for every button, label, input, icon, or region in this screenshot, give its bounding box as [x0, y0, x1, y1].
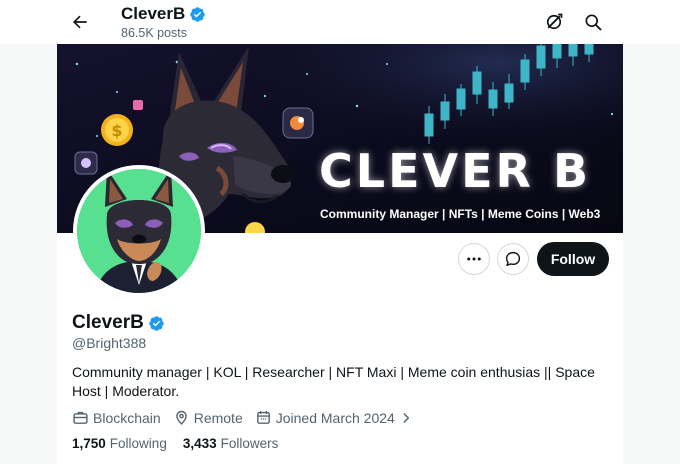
location-pin-icon [175, 410, 187, 425]
banner-subtitle: Community Manager | NFTs | Meme Coins | … [320, 207, 601, 221]
location-label: Remote [193, 409, 243, 426]
following-label: Following [109, 436, 167, 451]
joined-label: Joined March 2024 [275, 409, 395, 426]
back-button[interactable] [66, 8, 94, 36]
following-link[interactable]: 1,750 Following [72, 436, 167, 451]
avatar-artwork [77, 169, 201, 293]
joined-item[interactable]: Joined March 2024 [255, 409, 413, 426]
grok-icon [546, 13, 563, 30]
verified-badge-icon [190, 6, 206, 22]
search-icon [585, 14, 602, 31]
display-name-row: CleverB [72, 312, 165, 334]
grok-button[interactable] [540, 8, 568, 36]
followers-count: 3,433 [182, 436, 217, 451]
category-item: Blockchain [72, 409, 161, 426]
followers-label: Followers [220, 436, 279, 451]
follow-button[interactable]: Follow [537, 242, 609, 276]
post-count: 86.5K posts [121, 26, 188, 40]
handle: @Bright388 [72, 335, 147, 351]
header-title: CleverB 86.5K posts [121, 4, 206, 40]
following-count: 1,750 [72, 436, 106, 451]
category-label: Blockchain [93, 409, 161, 426]
message-button[interactable] [497, 243, 529, 275]
more-icon [467, 257, 481, 261]
search-button[interactable] [579, 8, 607, 36]
follow-stats: 1,750 Following 3,433 Followers [72, 436, 294, 451]
header-name: CleverB [121, 4, 186, 23]
briefcase-icon [73, 411, 88, 424]
back-arrow-icon [73, 15, 87, 29]
more-button[interactable] [458, 243, 490, 275]
message-icon [505, 251, 521, 267]
location-item: Remote [173, 409, 243, 426]
verified-badge-icon[interactable] [148, 315, 165, 332]
chevron-right-icon [403, 412, 409, 423]
bio: Community manager | KOL | Researcher | N… [72, 364, 595, 399]
followers-link[interactable]: 3,433 Followers [183, 436, 279, 451]
banner-title: CLEVER B [319, 144, 592, 198]
avatar[interactable] [73, 165, 205, 297]
svg-text:$: $ [111, 121, 122, 140]
display-name: CleverB [72, 312, 144, 333]
top-bar: CleverB 86.5K posts [0, 0, 680, 44]
profile-meta: Blockchain Remote Joined March 2024 [72, 409, 425, 426]
calendar-icon [256, 411, 270, 424]
